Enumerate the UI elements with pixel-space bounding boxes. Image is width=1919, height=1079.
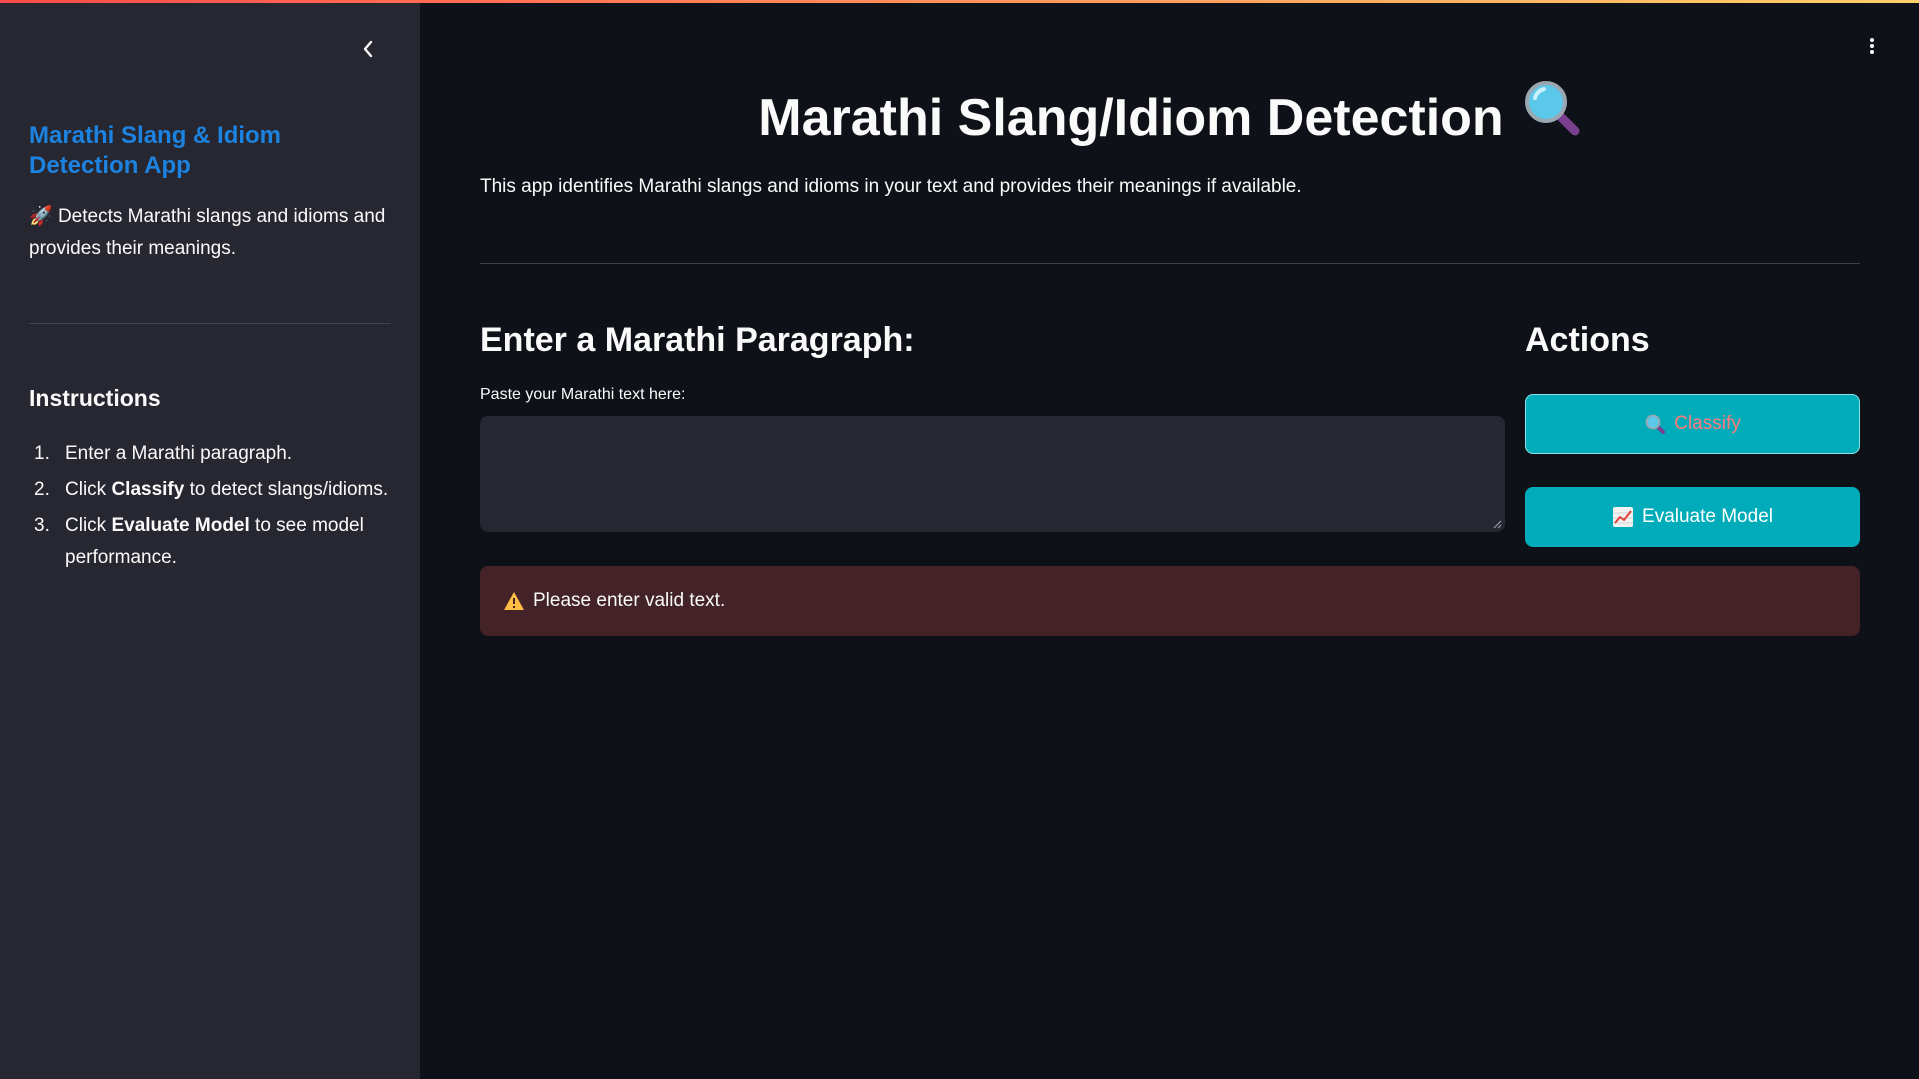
collapse-sidebar-button[interactable] <box>356 36 380 62</box>
main-menu-button[interactable] <box>1862 33 1882 59</box>
app-header-decoration <box>0 0 1919 3</box>
instruction-bold: Classify <box>111 479 185 500</box>
marathi-text-input[interactable] <box>480 416 1505 532</box>
text-input-label: Paste your Marathi text here: <box>480 386 686 403</box>
instruction-number: 2. <box>34 479 50 500</box>
sidebar-title: Marathi Slang & Idiom Detection App <box>29 122 282 179</box>
chart-increasing-icon <box>1612 506 1634 528</box>
instruction-text-part: to detect slangs/idioms. <box>184 479 389 500</box>
instruction-text: Enter a Marathi paragraph. <box>65 438 292 470</box>
chevron-left-icon <box>363 40 373 58</box>
instruction-item: 2. Click Classify to detect slangs/idiom… <box>29 474 399 506</box>
warning-alert: Please enter valid text. <box>480 566 1860 636</box>
instruction-number: 1. <box>34 443 50 464</box>
instruction-item: 3. Click Evaluate Model to see model per… <box>29 510 399 574</box>
warning-icon <box>503 591 525 611</box>
instruction-text-part: Click <box>65 479 112 500</box>
rocket-icon: 🚀 <box>29 206 53 227</box>
sidebar-description-text: Detects Marathi slangs and idioms and pr… <box>29 206 386 259</box>
page-title-text: Marathi Slang/Idiom Detection <box>758 89 1504 147</box>
instruction-text-part: Enter a Marathi paragraph. <box>65 443 293 464</box>
warning-text: Please enter valid text. <box>533 590 726 611</box>
instruction-number: 3. <box>34 515 50 536</box>
input-heading: Enter a Marathi Paragraph: <box>480 321 915 359</box>
search-icon <box>1644 413 1666 435</box>
sidebar: Marathi Slang & Idiom Detection App 🚀 De… <box>0 0 420 1079</box>
main-divider <box>480 263 1860 264</box>
instruction-text-part: Click <box>65 515 112 536</box>
instruction-text: Click Evaluate Model to see model perfor… <box>65 510 399 574</box>
magnifying-glass-icon <box>1522 78 1582 157</box>
instructions-heading: Instructions <box>29 385 161 411</box>
evaluate-model-button[interactable]: Evaluate Model <box>1525 487 1860 547</box>
instruction-item: 1. Enter a Marathi paragraph. <box>29 438 399 470</box>
instructions-list: 1. Enter a Marathi paragraph. 2. Click C… <box>29 438 399 578</box>
page-description: This app identifies Marathi slangs and i… <box>480 176 1302 197</box>
page-title: Marathi Slang/Idiom Detection <box>480 80 1860 157</box>
instruction-bold: Evaluate Model <box>111 515 250 536</box>
actions-heading: Actions <box>1525 321 1650 359</box>
sidebar-description: 🚀 Detects Marathi slangs and idioms and … <box>29 201 399 265</box>
resize-handle-icon[interactable] <box>1492 519 1502 529</box>
sidebar-divider <box>29 323 391 324</box>
instruction-text: Click Classify to detect slangs/idioms. <box>65 474 388 506</box>
more-vertical-icon <box>1870 38 1874 54</box>
evaluate-model-button-label: Evaluate Model <box>1642 506 1773 527</box>
classify-button-label: Classify <box>1674 413 1741 434</box>
classify-button[interactable]: Classify <box>1525 394 1860 454</box>
